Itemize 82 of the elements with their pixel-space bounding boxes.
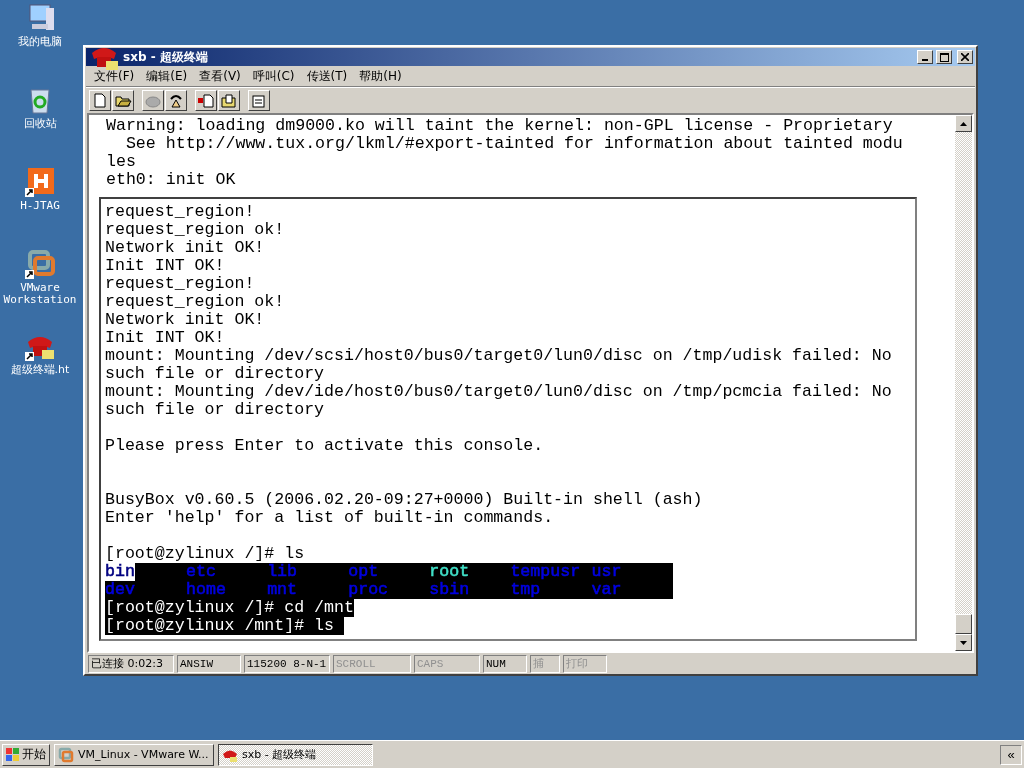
menu-item[interactable]: 查看(V): [193, 68, 247, 85]
terminal-line: mount: Mounting /dev/scsi/host0/bus0/target0/lun0/disc on /tmp/udisk failed: No: [105, 346, 892, 365]
directory-name: tmp: [510, 581, 541, 599]
menu-item[interactable]: 传送(T): [300, 68, 354, 85]
terminal-line: BusyBox v0.60.5 (2006.02.20-09:27+0000) Built-in shell (ash): [105, 490, 703, 509]
menu-item[interactable]: 呼叫(C): [246, 68, 301, 85]
status-pane: 打印: [563, 655, 607, 673]
terminal-line: mount: Mounting /dev/ide/host0/bus0/target0/lun0/disc on /tmp/pcmcia failed: No: [105, 382, 892, 401]
directory-name: sbin: [429, 581, 470, 599]
terminal-line: request_region ok!: [105, 220, 285, 239]
menu-item[interactable]: 文件(F): [88, 68, 141, 85]
terminal-line: Init INT OK!: [105, 328, 225, 347]
maximize-button[interactable]: [936, 50, 952, 64]
dial-tool-button[interactable]: [165, 89, 187, 111]
status-pane: CAPS: [414, 655, 480, 673]
send-icon: [197, 91, 215, 109]
terminal-line: Please press Enter to activate this console.: [105, 436, 544, 455]
desktop-icon-label[interactable]: 回收站: [23, 118, 57, 130]
directory-name: var: [591, 581, 622, 599]
terminal-line: eth0: init OK: [106, 170, 236, 189]
desktop-icon-label[interactable]: 我的电脑: [18, 36, 62, 48]
terminal-line: request_region!: [105, 202, 255, 221]
windows-logo-icon: [6, 747, 20, 762]
desktop-icon-label[interactable]: VMware Workstation: [1, 282, 79, 306]
terminal-line: request_region ok!: [105, 292, 285, 311]
desktop-icon-label[interactable]: 超级终端.ht: [10, 364, 70, 376]
terminal-prompt-line: [root@zylinux /]# ls: [105, 545, 305, 563]
directory-name: home: [186, 581, 226, 599]
directory-name: tempusr: [510, 563, 581, 581]
window-title: sxb - 超级终端: [123, 48, 209, 66]
directory-name: dev: [105, 581, 135, 599]
taskbar-task[interactable]: sxb - 超级终端: [218, 743, 373, 766]
status-pane: 115200 8-N-1: [244, 655, 330, 673]
directory-name: root: [429, 563, 470, 581]
directory-name: usr: [591, 563, 622, 581]
menu-item[interactable]: 帮助(H): [353, 68, 408, 85]
status-pane: SCROLL: [333, 655, 411, 673]
terminal-line: Network init OK!: [105, 310, 265, 329]
new-tool-button[interactable]: [89, 89, 111, 111]
directory-name: lib: [267, 563, 298, 581]
directory-name: bin: [105, 563, 135, 581]
start-button[interactable]: 开始: [2, 743, 50, 766]
terminal-line: such file or directory: [105, 400, 325, 419]
up-arrow-icon: [960, 121, 967, 126]
receive-tool-button[interactable]: [218, 89, 240, 111]
desktop-icon-label[interactable]: H-JTAG: [20, 200, 60, 212]
directory-name: opt: [348, 563, 379, 581]
properties-tool-button[interactable]: [248, 89, 270, 111]
down-arrow-icon: [960, 640, 967, 645]
directory-name: etc: [186, 563, 216, 581]
terminal-line: such file or directory: [105, 364, 325, 383]
terminal-line: les: [106, 152, 136, 171]
scroll-down-button[interactable]: [955, 634, 972, 651]
minimize-button[interactable]: [917, 50, 933, 64]
taskbar-task[interactable]: VM_Linux - VMware W...: [54, 743, 214, 766]
terminal-line: request_region!: [105, 274, 255, 293]
terminal-line: Init INT OK!: [105, 256, 225, 275]
terminal-line: Enter 'help' for a list of built-in commands.: [105, 508, 554, 527]
scroll-up-button[interactable]: [955, 115, 972, 132]
directory-name: mnt: [267, 581, 298, 599]
scrollbar[interactable]: [955, 115, 972, 651]
status-pane: NUM: [483, 655, 527, 673]
new-icon: [91, 91, 109, 109]
menu-item[interactable]: 编辑(E): [140, 68, 194, 85]
receive-icon: [220, 91, 238, 109]
vmware-icon[interactable]: [24, 248, 56, 280]
open-tool-button[interactable]: [112, 89, 134, 111]
terminal-line: Network init OK!: [105, 238, 265, 257]
terminal-line: Warning: loading dm9000.ko will taint the kernel: non-GPL license - Proprietary: [106, 116, 893, 135]
close-icon: [961, 53, 969, 61]
status-pane: 已连接 0:02:3: [88, 655, 174, 673]
scroll-thumb[interactable]: [955, 614, 972, 634]
send-tool-button[interactable]: [195, 89, 217, 111]
directory-name: proc: [348, 581, 389, 599]
tray-expand-button[interactable]: «: [1000, 744, 1022, 765]
status-pane: ANSIW: [177, 655, 241, 673]
status-pane: 捕: [530, 655, 560, 673]
close-button[interactable]: [957, 50, 973, 64]
hjtag-icon[interactable]: [24, 166, 56, 198]
vmware-icon: [58, 746, 74, 763]
maximize-icon: [939, 52, 949, 62]
terminal-line: See http://www.tux.org/lkml/#export-tainted for information about tainted modu: [124, 134, 903, 153]
